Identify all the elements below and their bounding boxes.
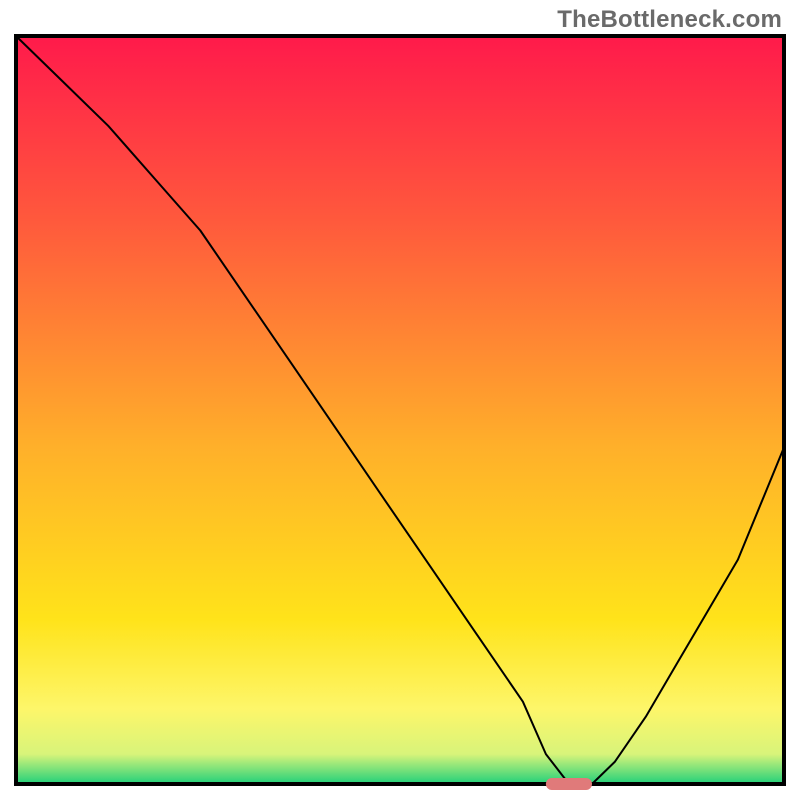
bottleneck-plot [0, 0, 800, 800]
chart-container: TheBottleneck.com [0, 0, 800, 800]
watermark-label: TheBottleneck.com [557, 6, 782, 34]
optimal-range-marker [546, 778, 592, 790]
plot-background [16, 36, 784, 784]
